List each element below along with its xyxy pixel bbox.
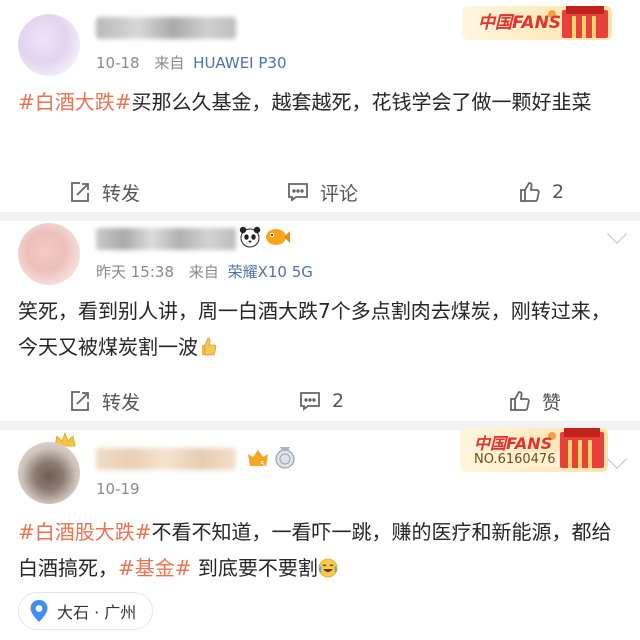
comment-icon <box>300 392 320 411</box>
medal-icon <box>275 447 295 469</box>
chevron-down-icon[interactable] <box>607 224 627 244</box>
post-card: 中国FANS 10-18 来自 HUAWEI P30 #白酒大跌#买那么久基金，… <box>0 0 640 214</box>
post-meta: 昨天 15:38 来自 荣耀X10 5G <box>96 261 313 282</box>
hashtag-link[interactable]: #基金# <box>118 556 192 580</box>
repost-icon <box>71 182 89 202</box>
device-name[interactable]: 荣耀X10 5G <box>228 263 313 281</box>
post-text: 买那么久基金，越套越死，花钱学会了做一颗好韭菜 <box>131 90 592 114</box>
device-name[interactable]: HUAWEI P30 <box>193 54 286 72</box>
comment-icon <box>288 183 308 202</box>
post-meta: 10-18 来自 HUAWEI P30 <box>96 52 287 73</box>
post-content: #白酒大跌#买那么久基金，越套越死，花钱学会了做一颗好韭菜 <box>18 84 620 120</box>
like-button[interactable]: 赞 <box>508 379 561 423</box>
repost-button[interactable]: 转发 <box>68 379 140 423</box>
thumb-up-icon <box>510 391 530 411</box>
chevron-down-icon[interactable] <box>607 449 627 469</box>
post-date: 10-18 <box>96 54 140 72</box>
post-card: 5 中国FANS NO.6160476 10-19 #白酒股大跌#不看不知道，一… <box>0 428 640 640</box>
badge-label: 中国FANS <box>478 13 562 33</box>
post-text: 到底要不要割 <box>191 556 318 580</box>
post-date: 10-19 <box>96 480 140 498</box>
hashtag-link[interactable]: #白酒股大跌# <box>18 520 152 544</box>
post-divider <box>0 212 640 221</box>
like-label: 赞 <box>542 391 562 414</box>
repost-label: 转发 <box>102 391 141 414</box>
post-card: 昨天 15:38 来自 荣耀X10 5G 笑死，看到别人讲，周一白酒大跌7个多点… <box>0 221 640 421</box>
fish-emoji-icon <box>266 229 290 245</box>
china-fans-badge: 中国FANS NO.6160476 <box>460 422 608 476</box>
post-text: 笑死，看到别人讲，周一白酒大跌7个多点割肉去煤炭，刚转过来，今天又被煤炭割一波 <box>18 299 611 359</box>
avatar[interactable] <box>18 442 80 504</box>
comment-button[interactable]: 评论 <box>286 170 358 214</box>
badge-number: NO.6160476 <box>470 452 560 467</box>
username-blurred[interactable] <box>96 17 236 39</box>
location-label: 大石 · 广州 <box>57 603 137 622</box>
comment-count: 2 <box>332 390 345 412</box>
like-count: 2 <box>552 181 565 203</box>
avatar[interactable] <box>18 223 80 285</box>
svg-text:5: 5 <box>260 460 265 469</box>
action-bar: 转发 2 赞 <box>0 379 640 423</box>
post-meta: 10-19 <box>96 480 140 498</box>
username-blurred[interactable] <box>96 228 236 250</box>
source-label: 来自 <box>154 54 185 72</box>
laugh-cry-emoji-icon <box>318 558 338 578</box>
repost-icon <box>71 391 89 411</box>
action-bar: 转发 评论 2 <box>0 170 640 214</box>
repost-button[interactable]: 转发 <box>68 170 140 214</box>
post-content: 笑死，看到别人讲，周一白酒大跌7个多点割肉去煤炭，刚转过来，今天又被煤炭割一波 <box>18 293 620 365</box>
avatar[interactable] <box>18 14 80 76</box>
post-content: #白酒股大跌#不看不知道，一看吓一跳，赚的医疗和新能源，都给白酒搞死，#基金# … <box>18 514 620 586</box>
china-fans-badge: 中国FANS <box>462 2 612 44</box>
badge-label: 中国FANS <box>474 434 553 453</box>
source-label: 来自 <box>188 263 219 281</box>
comment-button[interactable]: 2 <box>298 379 344 423</box>
thumb-up-icon <box>520 182 540 202</box>
location-chip[interactable]: 大石 · 广州 <box>18 592 154 630</box>
hashtag-link[interactable]: #白酒大跌# <box>18 90 132 114</box>
username-blurred[interactable] <box>96 448 236 470</box>
level-badge-icon: 5 <box>248 450 268 469</box>
comment-label: 评论 <box>320 182 359 205</box>
location-pin-icon <box>30 600 48 622</box>
like-button[interactable]: 2 <box>518 170 564 214</box>
post-date: 昨天 15:38 <box>96 263 174 281</box>
repost-label: 转发 <box>102 182 141 205</box>
panda-emoji-icon <box>239 226 261 248</box>
thumbs-up-emoji-icon <box>202 337 217 356</box>
